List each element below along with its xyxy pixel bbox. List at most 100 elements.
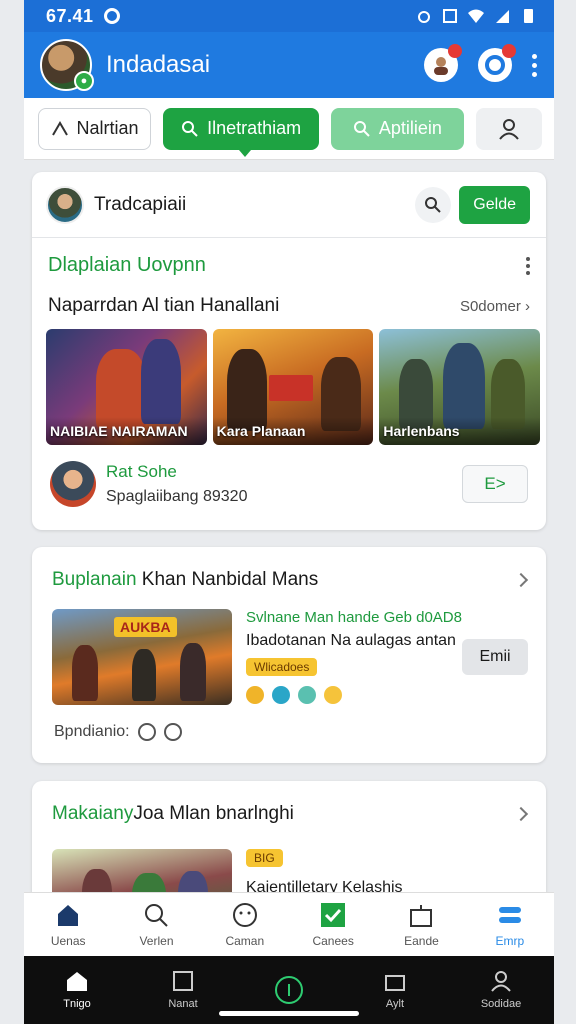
sys-gift-button[interactable]: Aylt: [342, 970, 448, 1010]
alarm-icon: [418, 11, 430, 23]
sys-label: Aylt: [385, 998, 405, 1010]
nav-item-chat[interactable]: Caman: [201, 893, 289, 956]
sys-label: Nanat: [168, 998, 198, 1010]
filter-chip-3[interactable]: Aptiliein: [331, 107, 464, 150]
game-card: Buplanain Khan Nanbidal Mans AUKBA Svlna…: [32, 547, 546, 763]
card-title-green: Makaiany: [52, 803, 134, 824]
subsection-header: Naparrdan Al tian Hanallani S0domer ›: [32, 295, 546, 317]
nav-label: Emrp: [495, 933, 525, 948]
filter-chip-1[interactable]: Nalrtian: [38, 107, 152, 150]
checkbox-icon: [321, 902, 346, 927]
nfc-icon: [443, 9, 457, 23]
friends-button[interactable]: [424, 44, 462, 82]
nav-item-gifts[interactable]: Eande: [377, 893, 465, 956]
card-footer: Bpndianio:: [32, 723, 546, 741]
friend-subtitle: Spaglaiibang 89320: [106, 488, 248, 505]
player-avatar-icon: [298, 686, 316, 704]
card-header-title: Tradcapiaii: [94, 193, 187, 215]
sys-label: Sodidae: [480, 998, 522, 1010]
nav-item-search[interactable]: Verlen: [112, 893, 200, 956]
sys-assistant-button[interactable]: [236, 976, 342, 1004]
filter-chip-3-label: Aptiliein: [378, 118, 442, 138]
friend-avatar[interactable]: [50, 461, 96, 507]
status-time: 67.41: [46, 5, 94, 26]
more-options-icon[interactable]: [532, 53, 538, 77]
see-more-link[interactable]: S0domer ›: [460, 298, 530, 315]
notification-dot-icon: [448, 44, 462, 58]
game-image[interactable]: AUKBA: [52, 609, 232, 705]
user-icon: [491, 971, 511, 992]
signal-icon: [496, 10, 509, 23]
compass-icon: [275, 976, 303, 1004]
gift-icon: [410, 904, 433, 927]
card-title-row[interactable]: Buplanain Khan Nanbidal Mans: [32, 569, 546, 591]
sys-label: Tnigo: [63, 998, 91, 1010]
game-row: AUKBA Svlnane Man hande Geb d0AD8 Ibadot…: [32, 609, 546, 705]
gesture-handle[interactable]: [219, 1011, 359, 1016]
home-icon: [58, 904, 79, 926]
app-bar: ● Indadasai: [24, 32, 554, 98]
subsection-title: Naparrdan Al tian Hanallani: [48, 295, 280, 316]
status-icons: [416, 8, 536, 24]
card-title-row[interactable]: MakaianyJoa Mlan bnarlnghi: [32, 803, 546, 825]
section-header: Dlaplaian Uovpnn: [32, 254, 546, 277]
game-thumbnail[interactable]: Harlenbans: [379, 329, 541, 445]
search-icon: [182, 120, 198, 137]
nav-label: Caman: [225, 933, 265, 948]
channel-avatar[interactable]: [46, 185, 84, 224]
game-thumbnail[interactable]: Kara Planaan: [212, 329, 374, 445]
sys-recents-button[interactable]: Nanat: [130, 970, 236, 1010]
nav-label: Verlen: [139, 933, 174, 948]
player-avatar-icon: [272, 686, 290, 704]
nav-item-menu[interactable]: Emrp: [466, 893, 554, 956]
profile-avatar[interactable]: ●: [40, 39, 94, 91]
friend-action-button[interactable]: E>: [462, 465, 528, 503]
card-header: Tradcapiaii Gelde: [32, 172, 546, 238]
sync-icon: [103, 8, 120, 24]
game-thumbnail[interactable]: NAIBIAE NAIRAMAN: [46, 329, 207, 445]
filter-chip-2-label: Ilnetrathiam: [207, 118, 302, 138]
home-icon: [67, 972, 87, 991]
game-badge: BIG: [246, 849, 283, 867]
profile-filter-button[interactable]: [475, 107, 542, 150]
card-title: MakaianyJoa Mlan bnarlnghi: [52, 803, 294, 825]
friend-name[interactable]: Rat Sohe: [106, 462, 247, 482]
smiley-icon[interactable]: [163, 723, 182, 741]
search-icon: [425, 196, 442, 213]
filter-chip-2[interactable]: Ilnetrathiam: [163, 107, 320, 157]
card-title-dark: Joa Mlan bnarlnghi: [133, 803, 294, 824]
search-icon: [353, 120, 370, 137]
thumbnail-caption: Harlenbans: [379, 417, 541, 445]
currency-button[interactable]: [478, 44, 516, 82]
game-info: Svlnane Man hande Geb d0AD8 Ibadotanan N…: [246, 609, 462, 705]
nav-label: Uenas: [50, 933, 86, 948]
sys-home-button[interactable]: Tnigo: [24, 970, 130, 1010]
game-badge: Wlicadoes: [246, 658, 318, 676]
game-logo: AUKBA: [114, 617, 177, 637]
caret-up-icon: [51, 120, 68, 136]
thumbnail-caption: Kara Planaan: [212, 417, 374, 445]
sys-profile-button[interactable]: Sodidae: [448, 970, 554, 1010]
featured-card: Tradcapiaii Gelde Dlaplaian Uovpnn Napar…: [32, 172, 546, 530]
system-navigation: Tnigo Nanat Aylt Sodidae: [24, 956, 554, 1024]
nav-item-home[interactable]: Uenas: [24, 893, 112, 956]
section-more-icon[interactable]: [526, 256, 530, 275]
game-action-button[interactable]: Emii: [462, 639, 528, 675]
chevron-right-icon: [513, 572, 529, 588]
notification-dot-icon: [502, 44, 516, 58]
square-icon: [173, 971, 193, 991]
card-search-button[interactable]: [415, 186, 452, 223]
card-title: Buplanain Khan Nanbidal Mans: [52, 569, 318, 591]
player-avatars: [246, 686, 462, 704]
see-more-label: S0domer: [459, 297, 521, 315]
menu-icon: [498, 906, 521, 923]
reaction-icon[interactable]: [137, 723, 156, 741]
chat-icon: [232, 902, 257, 927]
game-headline: Svlnane Man hande Geb d0AD8: [246, 609, 462, 626]
thumbnail-carousel: NAIBIAE NAIRAMAN Kara Planaan Harlenbans: [32, 329, 546, 445]
bottom-navigation: Uenas Verlen Caman Canees Eande Emrp: [24, 892, 554, 956]
player-avatar-icon: [324, 686, 342, 704]
nav-item-tasks[interactable]: Canees: [289, 893, 377, 956]
guide-button[interactable]: Gelde: [459, 185, 530, 224]
battery-icon: [524, 9, 533, 23]
